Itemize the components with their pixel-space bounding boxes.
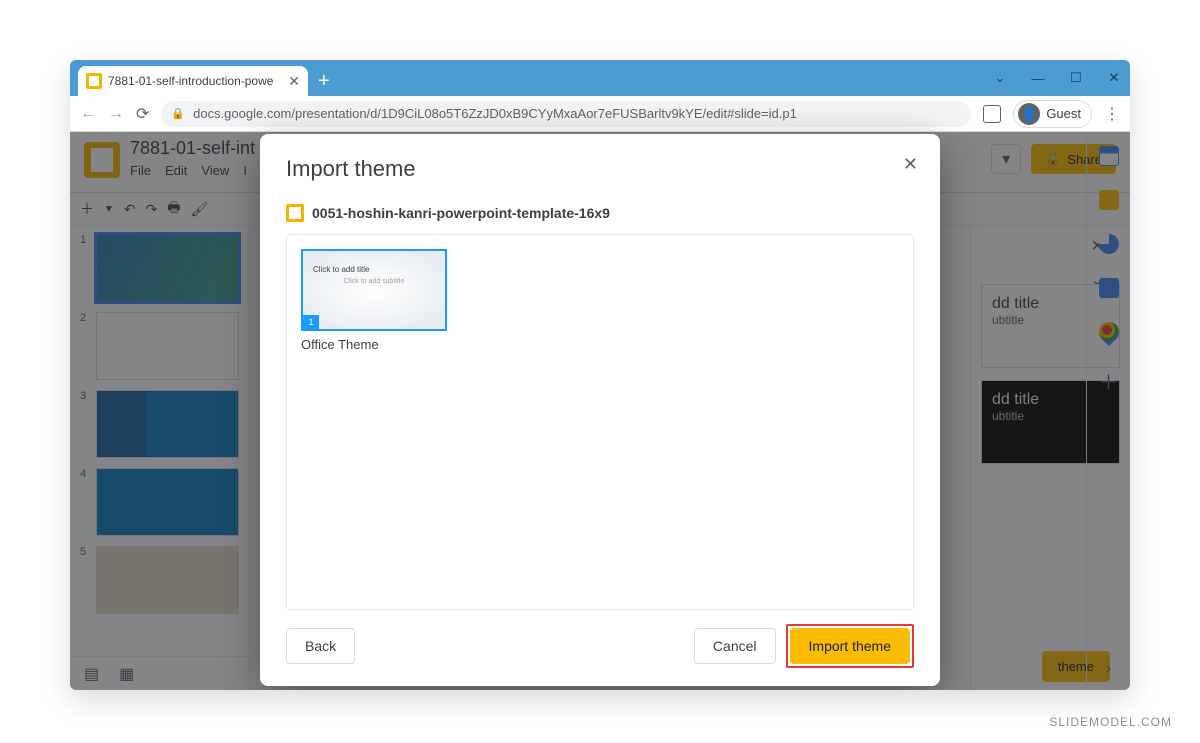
- url-text: docs.google.com/presentation/d/1D9CiL08o…: [193, 106, 797, 121]
- new-tab-button[interactable]: +: [308, 66, 340, 96]
- browser-window: 7881-01-self-introduction-powe ✕ + ⌄ — ☐…: [70, 60, 1130, 690]
- watermark: SLIDEMODEL.COM: [1049, 715, 1172, 729]
- profile-label: Guest: [1046, 106, 1081, 121]
- callout-highlight: Import theme: [786, 624, 914, 668]
- theme-grid: Click to add title Click to add subtitle…: [286, 234, 914, 610]
- address-bar[interactable]: 🔒 docs.google.com/presentation/d/1D9CiL0…: [161, 101, 971, 127]
- slides-favicon-icon: [86, 73, 102, 89]
- import-theme-dialog: Import theme ✕ 0051-hoshin-kanri-powerpo…: [260, 134, 940, 686]
- selected-file-name: 0051-hoshin-kanri-powerpoint-template-16…: [312, 205, 610, 221]
- dialog-title: Import theme: [286, 156, 914, 182]
- nav-back-icon[interactable]: ←: [80, 105, 96, 123]
- browser-tab[interactable]: 7881-01-self-introduction-powe ✕: [78, 66, 308, 96]
- window-minimize-icon[interactable]: —: [1028, 71, 1048, 86]
- window-close-icon[interactable]: ✕: [1104, 70, 1124, 86]
- preview-title: Click to add title: [313, 265, 369, 274]
- tab-title: 7881-01-self-introduction-powe: [108, 74, 273, 88]
- back-button[interactable]: Back: [286, 628, 355, 664]
- window-chevron-icon[interactable]: ⌄: [990, 70, 1010, 86]
- tab-close-icon[interactable]: ✕: [288, 73, 300, 90]
- slides-app: 7881-01-self-int File Edit View I ▾ 🔒 Sh…: [70, 132, 1130, 690]
- selected-badge: 1: [303, 315, 319, 329]
- window-maximize-icon[interactable]: ☐: [1066, 70, 1086, 86]
- cancel-button[interactable]: Cancel: [694, 628, 776, 664]
- theme-option[interactable]: Click to add title Click to add subtitle…: [301, 249, 447, 352]
- nav-forward-icon[interactable]: →: [108, 105, 124, 123]
- nav-reload-icon[interactable]: ⟳: [136, 104, 149, 124]
- lock-icon: 🔒: [171, 107, 185, 120]
- avatar-icon: 👤: [1018, 103, 1040, 125]
- dialog-actions: Back Cancel Import theme: [286, 624, 914, 668]
- extensions-icon[interactable]: [983, 105, 1001, 123]
- selected-file-row: 0051-hoshin-kanri-powerpoint-template-16…: [286, 204, 914, 222]
- profile-chip[interactable]: 👤 Guest: [1013, 100, 1092, 128]
- browser-menu-icon[interactable]: ⋮: [1104, 104, 1120, 124]
- browser-titlebar: 7881-01-self-introduction-powe ✕ + ⌄ — ☐…: [70, 60, 1130, 96]
- theme-name: Office Theme: [301, 337, 447, 352]
- browser-toolbar: ← → ⟳ 🔒 docs.google.com/presentation/d/1…: [70, 96, 1130, 132]
- slides-file-icon: [286, 204, 304, 222]
- window-controls: ⌄ — ☐ ✕: [990, 60, 1124, 96]
- import-theme-button[interactable]: Import theme: [790, 628, 910, 664]
- dialog-close-icon[interactable]: ✕: [903, 154, 918, 175]
- preview-subtitle: Click to add subtitle: [313, 278, 435, 285]
- theme-preview: Click to add title Click to add subtitle…: [301, 249, 447, 331]
